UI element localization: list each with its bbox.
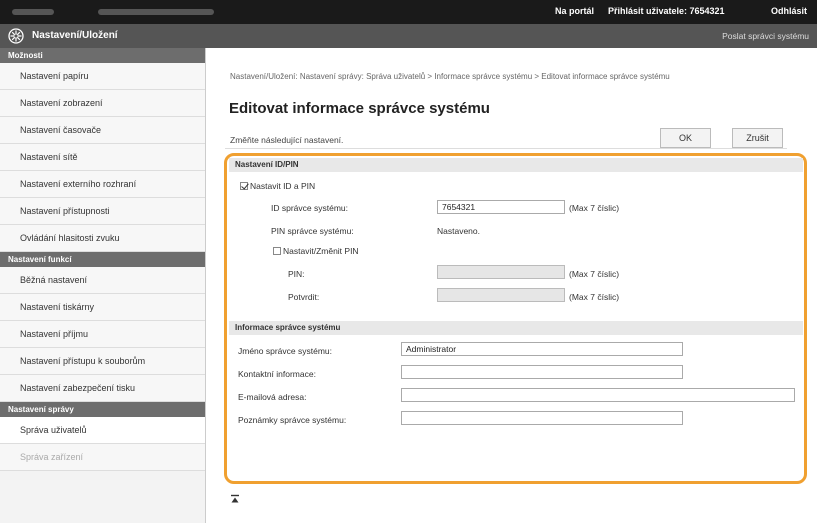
app-title: Nastavení/Uložení — [32, 30, 118, 41]
top-bar: Na portál Přihlásit uživatele: 7654321 O… — [0, 0, 817, 24]
instruction-text: Změňte následující nastavení. — [230, 135, 344, 145]
main-content: Nastavení/Uložení: Nastavení správy: Spr… — [207, 48, 817, 523]
sidebar-item-printer[interactable]: Nastavení tiskárny — [0, 294, 205, 321]
admin-pin-status: Nastaveno. — [437, 226, 480, 236]
sidebar: Možnosti Nastavení papíru Nastavení zobr… — [0, 48, 206, 523]
admin-info-section-header: Informace správce systému — [229, 321, 803, 335]
ok-button[interactable]: OK — [660, 128, 711, 148]
sidebar-section-functions: Nastavení funkcí — [0, 252, 205, 267]
blurred-text — [12, 9, 54, 15]
sidebar-item-user-management[interactable]: Správa uživatelů — [0, 417, 205, 444]
settings-gear-icon — [8, 28, 24, 44]
send-to-admin-link[interactable]: Poslat správci systému — [722, 31, 809, 41]
pin-input[interactable] — [437, 265, 565, 279]
sidebar-item-display[interactable]: Nastavení zobrazení — [0, 90, 205, 117]
sidebar-item-external-interface[interactable]: Nastavení externího rozhraní — [0, 171, 205, 198]
contact-label: Kontaktní informace: — [238, 369, 316, 379]
sidebar-item-paper[interactable]: Nastavení papíru — [0, 63, 205, 90]
admin-id-input[interactable]: 7654321 — [437, 200, 565, 214]
confirm-pin-label: Potvrdit: — [288, 292, 320, 302]
confirm-pin-input[interactable] — [437, 288, 565, 302]
cancel-button[interactable]: Zrušit — [732, 128, 783, 148]
sidebar-item-volume[interactable]: Ovládání hlasitosti zvuku — [0, 225, 205, 252]
page-title: Editovat informace správce systému — [229, 100, 490, 117]
sidebar-item-network[interactable]: Nastavení sítě — [0, 144, 205, 171]
sidebar-item-secure-print[interactable]: Nastavení zabezpečení tisku — [0, 375, 205, 402]
sidebar-item-common[interactable]: Běžná nastavení — [0, 267, 205, 294]
set-id-pin-checkbox[interactable] — [240, 182, 248, 190]
confirm-pin-hint: (Max 7 číslic) — [569, 292, 620, 302]
set-id-pin-label: Nastavit ID a PIN — [250, 181, 316, 191]
contact-input[interactable] — [401, 365, 683, 379]
breadcrumb: Nastavení/Uložení: Nastavení správy: Spr… — [230, 72, 670, 81]
admin-id-label: ID správce systému: — [271, 203, 348, 213]
sidebar-section-management: Nastavení správy — [0, 402, 205, 417]
pin-label: PIN: — [288, 269, 305, 279]
pin-hint: (Max 7 číslic) — [569, 269, 620, 279]
blurred-text — [98, 9, 214, 15]
admin-name-label: Jméno správce systému: — [238, 346, 333, 356]
logout-link[interactable]: Odhlásit — [771, 6, 807, 16]
sidebar-item-accessibility[interactable]: Nastavení přístupnosti — [0, 198, 205, 225]
admin-comment-input[interactable] — [401, 411, 683, 425]
back-to-top-icon[interactable] — [230, 494, 240, 504]
title-bar: Nastavení/Uložení Poslat správci systému — [0, 24, 817, 48]
sidebar-item-timer[interactable]: Nastavení časovače — [0, 117, 205, 144]
sidebar-item-receive[interactable]: Nastavení příjmu — [0, 321, 205, 348]
login-user-text: Přihlásit uživatele: 7654321 — [608, 6, 725, 16]
sidebar-item-device-management[interactable]: Správa zařízení — [0, 444, 205, 471]
email-input[interactable] — [401, 388, 795, 402]
admin-comment-label: Poznámky správce systému: — [238, 415, 347, 425]
sidebar-section-options: Možnosti — [0, 48, 205, 63]
id-pin-section-header: Nastavení ID/PIN — [229, 158, 803, 172]
admin-pin-label: PIN správce systému: — [271, 226, 354, 236]
sidebar-item-file-access[interactable]: Nastavení přístupu k souborům — [0, 348, 205, 375]
change-pin-label: Nastavit/Změnit PIN — [283, 246, 359, 256]
admin-id-hint: (Max 7 číslic) — [569, 203, 620, 213]
email-label: E-mailová adresa: — [238, 392, 307, 402]
admin-name-input[interactable]: Administrator — [401, 342, 683, 356]
change-pin-checkbox[interactable] — [273, 247, 281, 255]
portal-link[interactable]: Na portál — [555, 6, 594, 16]
